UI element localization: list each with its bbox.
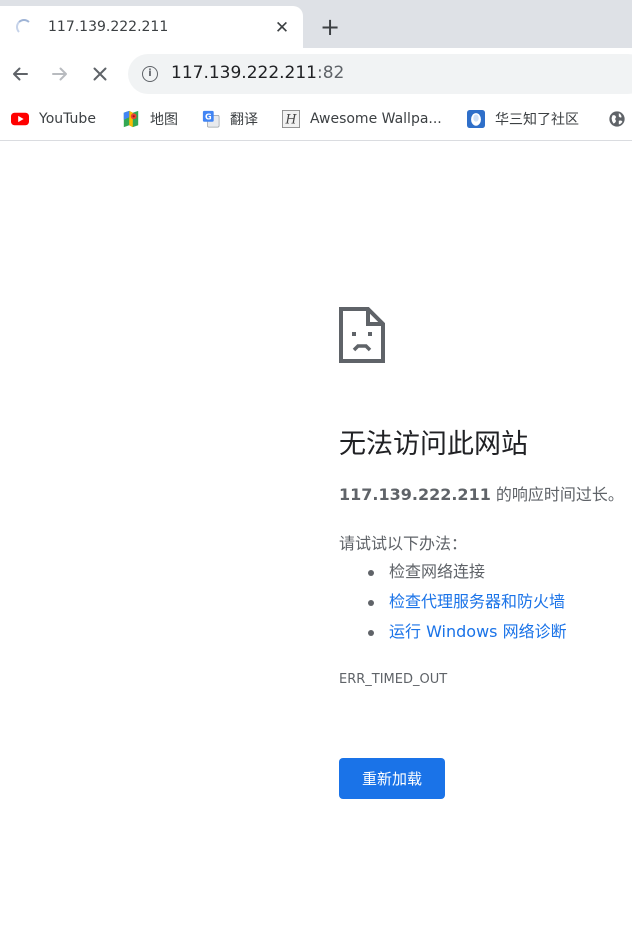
suggestions-list: 检查网络连接 检查代理服务器和防火墙 运行 Windows 网络诊断 xyxy=(368,557,567,647)
bookmark-label: YouTube xyxy=(39,111,96,127)
sad-page-icon xyxy=(339,307,385,363)
bookmark-label: 翻译 xyxy=(230,112,258,128)
arrow-left-icon xyxy=(13,67,28,81)
bookmark-label: 华三知了社区 xyxy=(495,112,579,128)
address-bar[interactable]: i 117.139.222.211:82 xyxy=(128,54,632,94)
reload-button[interactable]: 重新加载 xyxy=(339,758,445,799)
url-host: 117.139.222.211 xyxy=(171,63,318,83)
active-tab[interactable]: 117.139.222.211 ✕ xyxy=(0,6,303,48)
error-code: ERR_TIMED_OUT xyxy=(339,672,448,687)
info-icon[interactable]: i xyxy=(142,66,158,82)
globe-icon xyxy=(609,111,625,127)
suggestion-check-proxy-firewall-link[interactable]: 检查代理服务器和防火墙 xyxy=(368,587,567,617)
bookmark-youtube[interactable]: YouTube xyxy=(11,108,96,130)
url-text[interactable]: 117.139.222.211:82 xyxy=(171,63,344,83)
bookmark-h3c-community[interactable]: 华三知了社区 xyxy=(467,108,579,130)
bookmark-translate[interactable]: G 翻译 xyxy=(202,108,258,130)
suggestions-label: 请试试以下办法： xyxy=(339,534,468,553)
stop-x-icon xyxy=(93,67,107,81)
forward-button[interactable] xyxy=(46,60,74,88)
translate-icon: G xyxy=(202,110,220,128)
back-button[interactable] xyxy=(6,60,34,88)
svg-text:G: G xyxy=(205,111,212,121)
youtube-icon xyxy=(11,112,29,126)
close-icon[interactable]: ✕ xyxy=(271,17,293,39)
bookmark-label: 地图 xyxy=(150,112,178,128)
error-summary-text: 的响应时间过长。 xyxy=(490,485,624,504)
arrow-right-icon xyxy=(52,67,67,81)
maps-icon xyxy=(123,110,139,128)
error-heading: 无法访问此网站 xyxy=(339,429,528,460)
suggestion-check-connection: 检查网络连接 xyxy=(368,557,567,587)
bookmark-globe[interactable] xyxy=(608,108,626,130)
stop-button[interactable] xyxy=(86,60,114,88)
tab-strip: 117.139.222.211 ✕ + xyxy=(0,0,632,48)
bookmarks-bar: YouTube 地图 G 翻译 H Awesome Wallpa... 华三知了… xyxy=(0,100,632,141)
bookmark-maps[interactable]: 地图 xyxy=(122,108,178,130)
bookmark-label: Awesome Wallpa... xyxy=(310,111,442,127)
toolbar: i 117.139.222.211:82 xyxy=(0,48,632,100)
tab-title: 117.139.222.211 xyxy=(48,19,169,35)
new-tab-button[interactable]: + xyxy=(316,13,344,41)
url-port: :82 xyxy=(317,63,345,83)
svg-text:H: H xyxy=(285,112,298,127)
bookmark-awesome-wallpapers[interactable]: H Awesome Wallpa... xyxy=(282,108,442,130)
wallpaper-icon: H xyxy=(282,110,300,128)
error-host: 117.139.222.211 xyxy=(339,485,491,504)
suggestion-run-diagnostics-link[interactable]: 运行 Windows 网络诊断 xyxy=(368,617,567,647)
loading-spinner-icon xyxy=(16,19,32,35)
error-summary: 117.139.222.211 的响应时间过长。 xyxy=(339,481,624,505)
h3c-icon xyxy=(467,110,485,128)
